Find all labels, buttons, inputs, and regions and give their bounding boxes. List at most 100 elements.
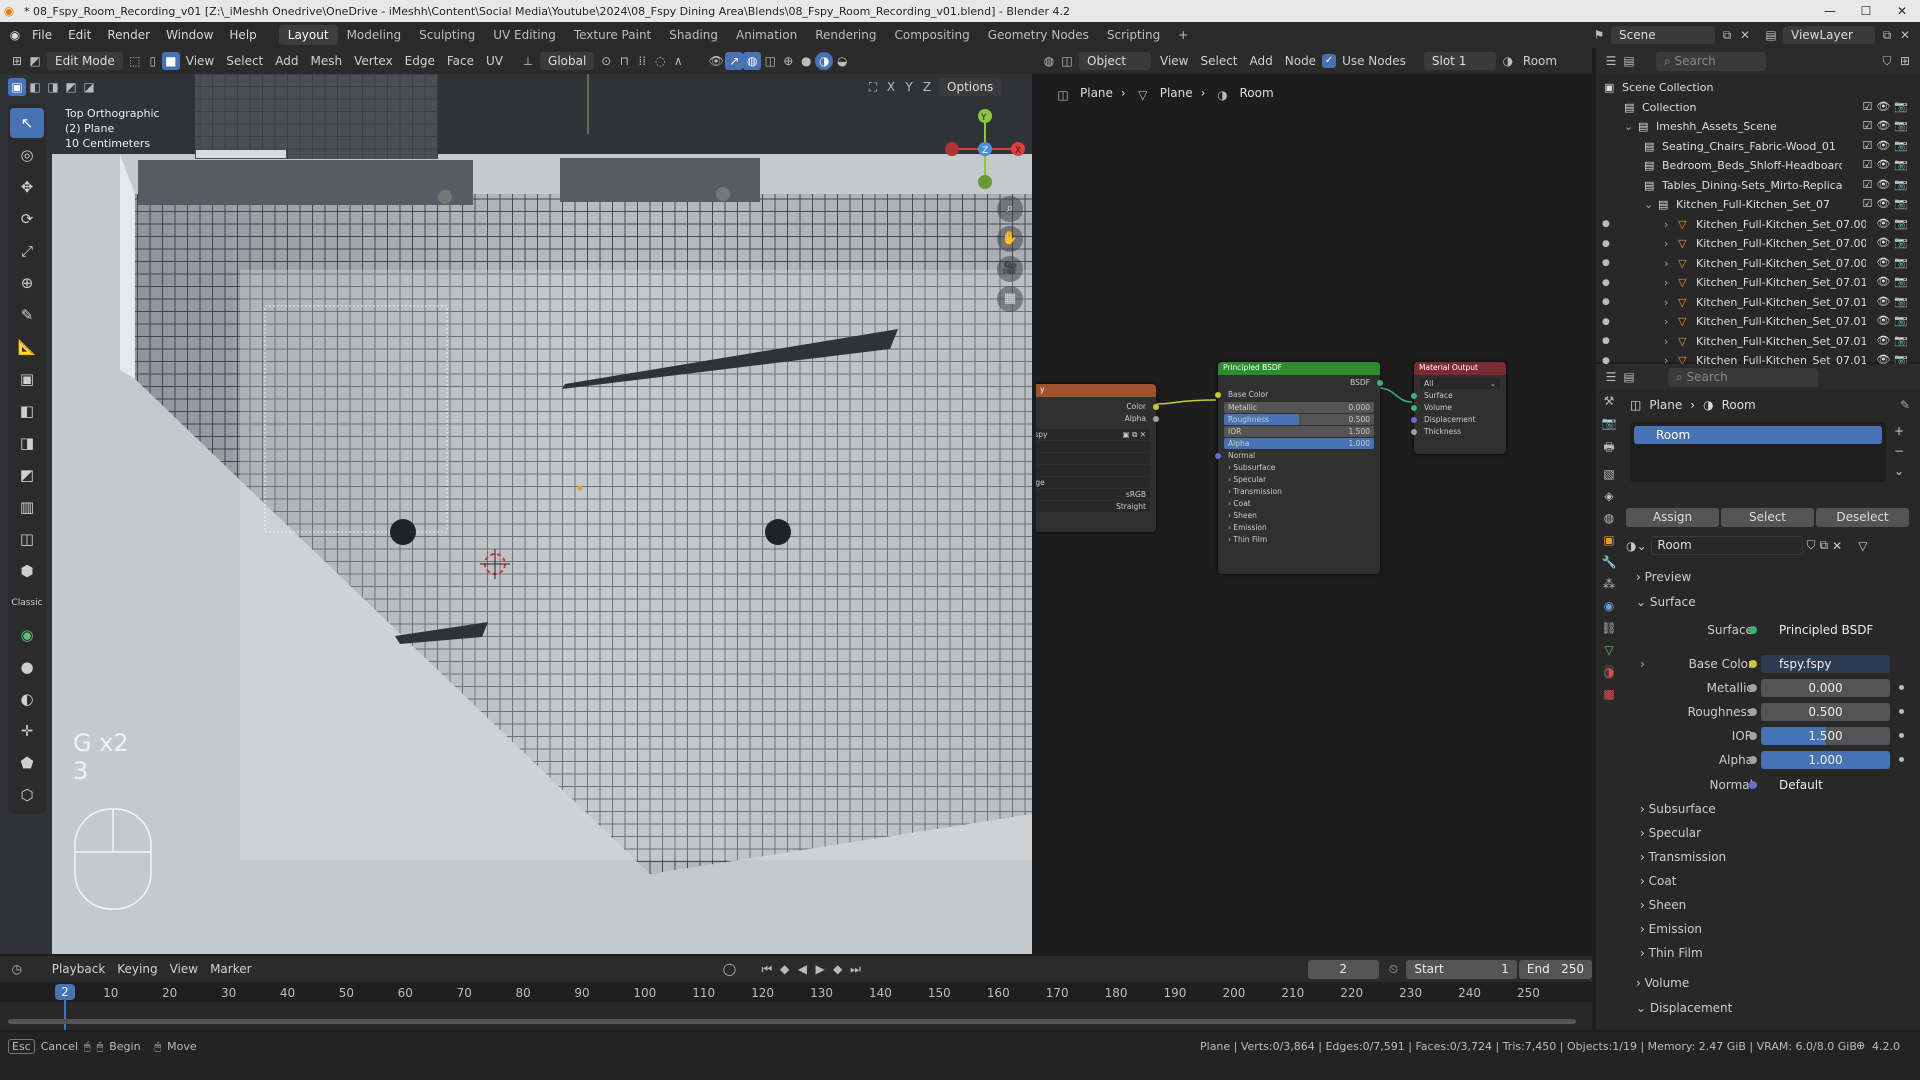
property-field[interactable]: Default [1748,776,1890,794]
timeline-scrollbar[interactable] [8,1019,1576,1024]
timeline-menu-keying[interactable]: Keying [111,960,163,978]
property-field[interactable]: 0.000 [1749,679,1904,697]
visibility-toggle-icons[interactable]: ☑👁📷 [1862,197,1912,210]
tool-loop-cut[interactable]: ▥ [10,492,44,522]
tool-bevel[interactable]: ◩ [10,460,44,490]
snap-icon[interactable]: ⊓ [615,52,633,70]
tab-animation[interactable]: Animation [727,25,806,45]
shading-wireframe-icon[interactable]: ⊕ [779,52,797,70]
pin-icon[interactable]: ✎ [1900,398,1910,412]
assign-button[interactable]: Assign [1626,508,1719,527]
constraints-tab-icon[interactable]: ⛓ [1601,621,1616,635]
tool-knife[interactable]: ◫ [10,524,44,554]
viewlayer-selector[interactable]: ViewLayer [1783,26,1875,44]
subpanel-header[interactable]: › Sheen [1640,898,1686,912]
outliner-item[interactable]: ▤ Bedroom_Beds_Shloff-Headboard-C ☑👁📷 [1596,156,1920,176]
expand-arrow-icon[interactable]: › [1664,296,1678,309]
node-menu-node[interactable]: Node [1279,52,1322,70]
bsdf-output-socket[interactable] [1377,380,1383,386]
properties-context-icon[interactable]: ▤ [1620,368,1638,386]
start-frame-field[interactable]: Start 1 [1406,959,1517,979]
menu-file[interactable]: File [24,28,60,42]
node-menu-add[interactable]: Add [1244,52,1279,70]
tab-rendering[interactable]: Rendering [806,25,885,45]
outliner-item[interactable]: ▤ Collection ☑👁📷 [1596,98,1920,118]
menu-window[interactable]: Window [158,28,221,42]
gizmo-neg-y-axis[interactable] [978,175,992,189]
visibility-toggle-icons[interactable]: 👁📷 [1876,275,1912,288]
visibility-toggle-icons[interactable]: ☑👁📷 [1862,178,1912,191]
tex-field-1[interactable] [1036,441,1150,452]
visibility-toggle-icons[interactable]: 👁📷 [1876,236,1912,249]
tex-alpha-socket[interactable] [1153,416,1159,422]
options-dropdown[interactable]: Options [939,78,1002,96]
copy-viewlayer-icon[interactable]: ⧉ [1878,26,1896,44]
subpanel-header[interactable]: › Subsurface [1640,802,1716,816]
menu-edit[interactable]: Edit [60,28,99,42]
outliner-item[interactable]: ● › ▽ Kitchen_Full-Kitchen_Set_07.01 👁📷 [1596,293,1920,313]
bsdf-panel-transmission[interactable]: › Transmission [1218,486,1380,498]
viewport-menu-vertex[interactable]: Vertex [348,52,399,70]
material-browse-icon[interactable]: ◑⌄ [1626,539,1647,553]
remove-slot-icon[interactable]: − [1894,444,1904,458]
tool-rotate[interactable]: ⟳ [10,204,44,234]
expand-arrow-icon[interactable]: › [1664,315,1678,328]
material-slot-item[interactable]: Room [1634,426,1882,444]
edit-mode-dot-icon[interactable]: ● [1602,258,1610,268]
camera-view-icon[interactable]: 🎥 [997,256,1023,282]
property-field[interactable]: 1.000 [1749,751,1904,769]
tex-image-selector[interactable]: y.fspy ▣ ⧉ ✕ [1036,429,1150,440]
pan-view-icon[interactable]: ✋ [997,226,1023,252]
expand-arrow-icon[interactable]: › [1664,237,1678,250]
mode-selector[interactable]: Edit Mode [47,52,123,70]
tex-field-2[interactable] [1036,453,1150,464]
viewport-scene[interactable] [0,74,1032,954]
visibility-toggle-icons[interactable]: 👁📷 [1876,334,1912,347]
duplicate-material-icon[interactable]: ⧉ [1820,538,1829,553]
expand-arrow-icon[interactable]: › [1664,257,1678,270]
modifier-tab-icon[interactable]: 🔧 [1602,555,1617,569]
edit-mode-dot-icon[interactable]: ● [1602,239,1610,249]
tool-transform[interactable]: ⊕ [10,268,44,298]
outliner-search-field[interactable]: ⌕ Search [1656,51,1766,71]
outliner-item[interactable]: ● › ▽ Kitchen_Full-Kitchen_Set_07.01 👁📷 [1596,273,1920,293]
unlink-material-icon[interactable]: ✕ [1832,539,1842,553]
world-tab-icon[interactable]: ◍ [1604,511,1614,525]
expand-arrow-icon[interactable]: › [1664,276,1678,289]
tool-rip[interactable]: ⬟ [10,748,44,778]
viewport-menu-select[interactable]: Select [220,52,269,70]
shading-material-icon[interactable]: ◑ [815,52,834,70]
fake-user-icon[interactable]: ⛉ [1807,538,1816,553]
tool-move[interactable]: ✥ [10,172,44,202]
copy-scene-icon[interactable]: ⧉ [1718,26,1736,44]
axis-z-toggle[interactable]: Z [918,78,936,96]
image-texture-node-header[interactable]: y [1036,384,1156,397]
menu-help[interactable]: Help [221,28,264,42]
tool-extrude[interactable]: ◧ [10,396,44,426]
jump-keyframe-back-icon[interactable]: ◆ [776,960,794,978]
collapse-arrow-icon[interactable]: ⌄ [1624,120,1638,133]
axis-y-toggle[interactable]: Y [900,78,918,96]
menu-render[interactable]: Render [99,28,158,42]
subpanel-header[interactable]: › Specular [1640,826,1701,840]
tool-push-pull[interactable]: ✛ [10,716,44,746]
tab-modeling[interactable]: Modeling [338,25,411,45]
edit-mode-dot-icon[interactable]: ● [1602,317,1610,327]
viewport-menu-edge[interactable]: Edge [399,52,441,70]
tool-poly-build[interactable]: ⬢ [10,556,44,586]
tab-compositing[interactable]: Compositing [885,25,978,45]
tab-layout[interactable]: Layout [278,25,338,45]
view-layer-tab-icon[interactable]: ▧ [1603,467,1614,481]
surface-panel-header[interactable]: ⌄ Surface [1636,595,1696,609]
close-viewlayer-icon[interactable]: ✕ [1896,26,1914,44]
outliner-item[interactable]: ▤ Seating_Chairs_Fabric-Wood_01 ☑👁📷 [1596,137,1920,157]
editor-type-icon[interactable]: ⊞ [8,52,26,70]
use-nodes-checkbox[interactable]: ✓ [1322,54,1337,68]
pivot-icon[interactable]: ⊙ [597,52,615,70]
scene-selector[interactable]: Scene [1611,26,1715,44]
edit-mode-dot-icon[interactable]: ● [1602,297,1610,307]
visibility-icon[interactable]: 👁 [707,52,725,70]
node-editor[interactable]: ◫ Plane › ▽ Plane › ◑ Room y Color Alpha… [1036,74,1592,954]
gizmo-neg-x-axis[interactable] [945,142,959,156]
add-slot-icon[interactable]: + [1894,424,1904,438]
